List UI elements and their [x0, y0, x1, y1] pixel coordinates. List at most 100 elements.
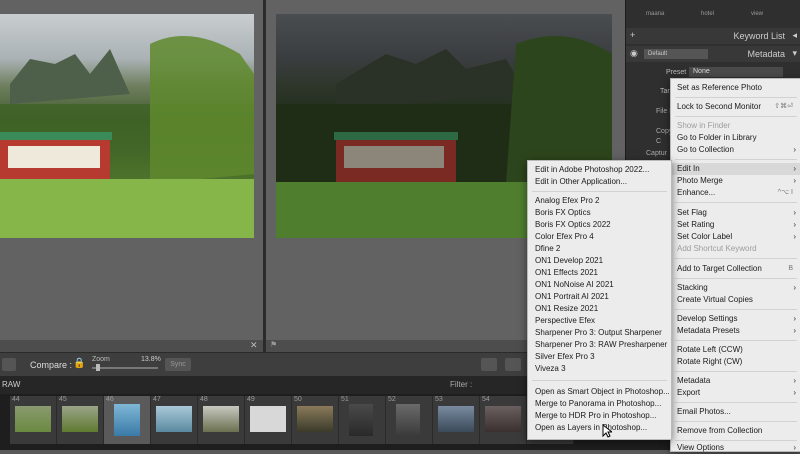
- menu-item-edit-photoshop[interactable]: Edit in Adobe Photoshop 2022...: [528, 164, 671, 176]
- menu-item-add-target-collection[interactable]: Add to Target Collection B: [671, 263, 800, 275]
- menu-item-plugin[interactable]: Silver Efex Pro 3: [528, 351, 671, 363]
- menu-item-plugin[interactable]: Boris FX Optics 2022: [528, 219, 671, 231]
- menu-item-plugin[interactable]: Boris FX Optics: [528, 207, 671, 219]
- filmstrip-thumb[interactable]: 47: [151, 396, 198, 444]
- menu-separator: [532, 191, 667, 192]
- menu-item-plugin[interactable]: Dfine 2: [528, 243, 671, 255]
- menu-item-plugin[interactable]: Viveza 3: [528, 363, 671, 375]
- menu-item-rotate-right[interactable]: Rotate Right (CW): [671, 356, 800, 368]
- lock-icon[interactable]: 🔒: [73, 358, 85, 369]
- menu-separator: [675, 440, 797, 441]
- keyword-tag[interactable]: view: [751, 11, 763, 17]
- menu-separator: [675, 340, 797, 341]
- menu-item-plugin[interactable]: Analog Efex Pro 2: [528, 195, 671, 207]
- menu-separator: [675, 159, 797, 160]
- filmstrip-thumb[interactable]: 48: [198, 396, 245, 444]
- keyword-tag[interactable]: hotel: [701, 11, 714, 17]
- thumbnail-image: [15, 406, 51, 432]
- menu-item-set-flag[interactable]: Set Flag ›: [671, 207, 800, 219]
- preset-label: Preset: [666, 69, 687, 76]
- menu-item-merge-panorama[interactable]: Merge to Panorama in Photoshop...: [528, 398, 671, 410]
- menu-item-photo-merge[interactable]: Photo Merge ›: [671, 175, 800, 187]
- menu-item-lock-monitor[interactable]: Lock to Second Monitor ⇧⌘⏎: [671, 101, 800, 113]
- filmstrip-thumb[interactable]: 46: [104, 396, 151, 444]
- metadata-header[interactable]: ◉ Default Metadata ▾: [626, 46, 800, 62]
- menu-item-metadata[interactable]: Metadata ›: [671, 375, 800, 387]
- menu-item-plugin[interactable]: ON1 Effects 2021: [528, 267, 671, 279]
- compare-label: Compare :: [30, 360, 73, 370]
- expand-arrow-icon: ▾: [792, 48, 797, 58]
- make-select-icon[interactable]: [505, 358, 521, 371]
- filmstrip-thumb[interactable]: 54: [480, 396, 527, 444]
- menu-item-open-layers[interactable]: Open as Layers in Photoshop...: [528, 422, 671, 434]
- menu-item-plugin[interactable]: ON1 Develop 2021: [528, 255, 671, 267]
- menu-item-enhance[interactable]: Enhance... ^⌥ I: [671, 187, 800, 199]
- menu-item-go-folder[interactable]: Go to Folder in Library: [671, 132, 800, 144]
- menu-item-plugin[interactable]: ON1 NoNoise AI 2021: [528, 279, 671, 291]
- preset-select[interactable]: None: [689, 67, 783, 77]
- thumbnail-image: [349, 404, 373, 436]
- menu-item-stacking[interactable]: Stacking ›: [671, 282, 800, 294]
- menu-item-set-reference[interactable]: Set as Reference Photo: [671, 82, 800, 94]
- menu-item-metadata-presets[interactable]: Metadata Presets ›: [671, 325, 800, 337]
- thumbnail-image: [203, 406, 239, 432]
- menu-item-export[interactable]: Export ›: [671, 387, 800, 399]
- menu-item-rotate-left[interactable]: Rotate Left (CCW): [671, 344, 800, 356]
- submenu-arrow-icon: ›: [793, 326, 796, 335]
- compare-divider[interactable]: [263, 0, 266, 352]
- flag-icon[interactable]: ⚑: [270, 340, 277, 349]
- filmstrip-thumb[interactable]: 44: [10, 396, 57, 444]
- menu-item-plugin[interactable]: Sharpener Pro 3: Output Sharpener: [528, 327, 671, 339]
- menu-item-email-photos[interactable]: Email Photos...: [671, 406, 800, 418]
- plus-icon[interactable]: +: [630, 30, 635, 40]
- menu-item-show-finder: Show in Finder: [677, 121, 731, 130]
- swap-icon[interactable]: [481, 358, 497, 371]
- menu-item-plugin[interactable]: Perspective Efex: [528, 315, 671, 327]
- zoom-slider-handle[interactable]: [96, 364, 100, 371]
- submenu-arrow-icon: ›: [793, 388, 796, 397]
- menu-item-edit-in[interactable]: Edit In ›: [671, 163, 800, 175]
- select-photo[interactable]: [0, 14, 254, 238]
- keyword-tag[interactable]: maana: [646, 11, 664, 17]
- metadata-view-select[interactable]: Default: [644, 49, 708, 59]
- menu-item-go-collection[interactable]: Go to Collection ›: [671, 144, 800, 156]
- menu-item-plugin[interactable]: Sharpener Pro 3: RAW Presharpener: [528, 339, 671, 351]
- context-menu: Set as Reference Photo Lock to Second Mo…: [670, 78, 800, 452]
- filmstrip-thumb[interactable]: 45: [57, 396, 104, 444]
- zoom-value: 13.8%: [141, 356, 161, 363]
- menu-item-set-rating[interactable]: Set Rating ›: [671, 219, 800, 231]
- filmstrip-thumb[interactable]: 51: [339, 396, 386, 444]
- filmstrip-source[interactable]: RAW: [2, 380, 20, 389]
- submenu-arrow-icon: ›: [793, 164, 796, 173]
- sync-button[interactable]: Sync: [165, 358, 191, 371]
- menu-item-edit-other-app[interactable]: Edit in Other Application...: [528, 176, 671, 188]
- zoom-slider[interactable]: [92, 367, 158, 369]
- filmstrip-thumb[interactable]: 53: [433, 396, 480, 444]
- menu-item-plugin[interactable]: ON1 Portrait AI 2021: [528, 291, 671, 303]
- submenu-arrow-icon: ›: [793, 232, 796, 241]
- menu-item-create-virtual-copies[interactable]: Create Virtual Copies: [671, 294, 800, 306]
- menu-item-remove-collection[interactable]: Remove from Collection: [671, 425, 800, 437]
- thumbnail-image: [62, 406, 98, 432]
- menu-item-merge-hdr[interactable]: Merge to HDR Pro in Photoshop...: [528, 410, 671, 422]
- filmstrip-thumb[interactable]: 49: [245, 396, 292, 444]
- menu-item-set-color-label[interactable]: Set Color Label ›: [671, 231, 800, 243]
- menu-item-view-options[interactable]: View Options ›: [671, 442, 800, 454]
- submenu-arrow-icon: ›: [793, 145, 796, 154]
- edit-in-submenu: Edit in Adobe Photoshop 2022... Edit in …: [527, 160, 672, 440]
- view-mode-icon[interactable]: [2, 358, 16, 371]
- menu-separator: [675, 402, 797, 403]
- menu-item-plugin[interactable]: ON1 Resize 2021: [528, 303, 671, 315]
- menu-item-smart-object[interactable]: Open as Smart Object in Photoshop...: [528, 386, 671, 398]
- eye-icon[interactable]: ◉: [630, 48, 638, 59]
- menu-item-add-shortcut-keyword: Add Shortcut Keyword: [677, 244, 757, 253]
- filmstrip-thumb[interactable]: 50: [292, 396, 339, 444]
- menu-separator: [532, 380, 667, 381]
- menu-item-plugin[interactable]: Color Efex Pro 4: [528, 231, 671, 243]
- close-icon[interactable]: ✕: [250, 340, 258, 351]
- menu-item-develop-settings[interactable]: Develop Settings ›: [671, 313, 800, 325]
- keyword-list-header[interactable]: + Keyword List ◂: [626, 28, 800, 44]
- filmstrip-thumb[interactable]: 52: [386, 396, 433, 444]
- submenu-arrow-icon: ›: [793, 176, 796, 185]
- thumbnail-image: [396, 404, 420, 436]
